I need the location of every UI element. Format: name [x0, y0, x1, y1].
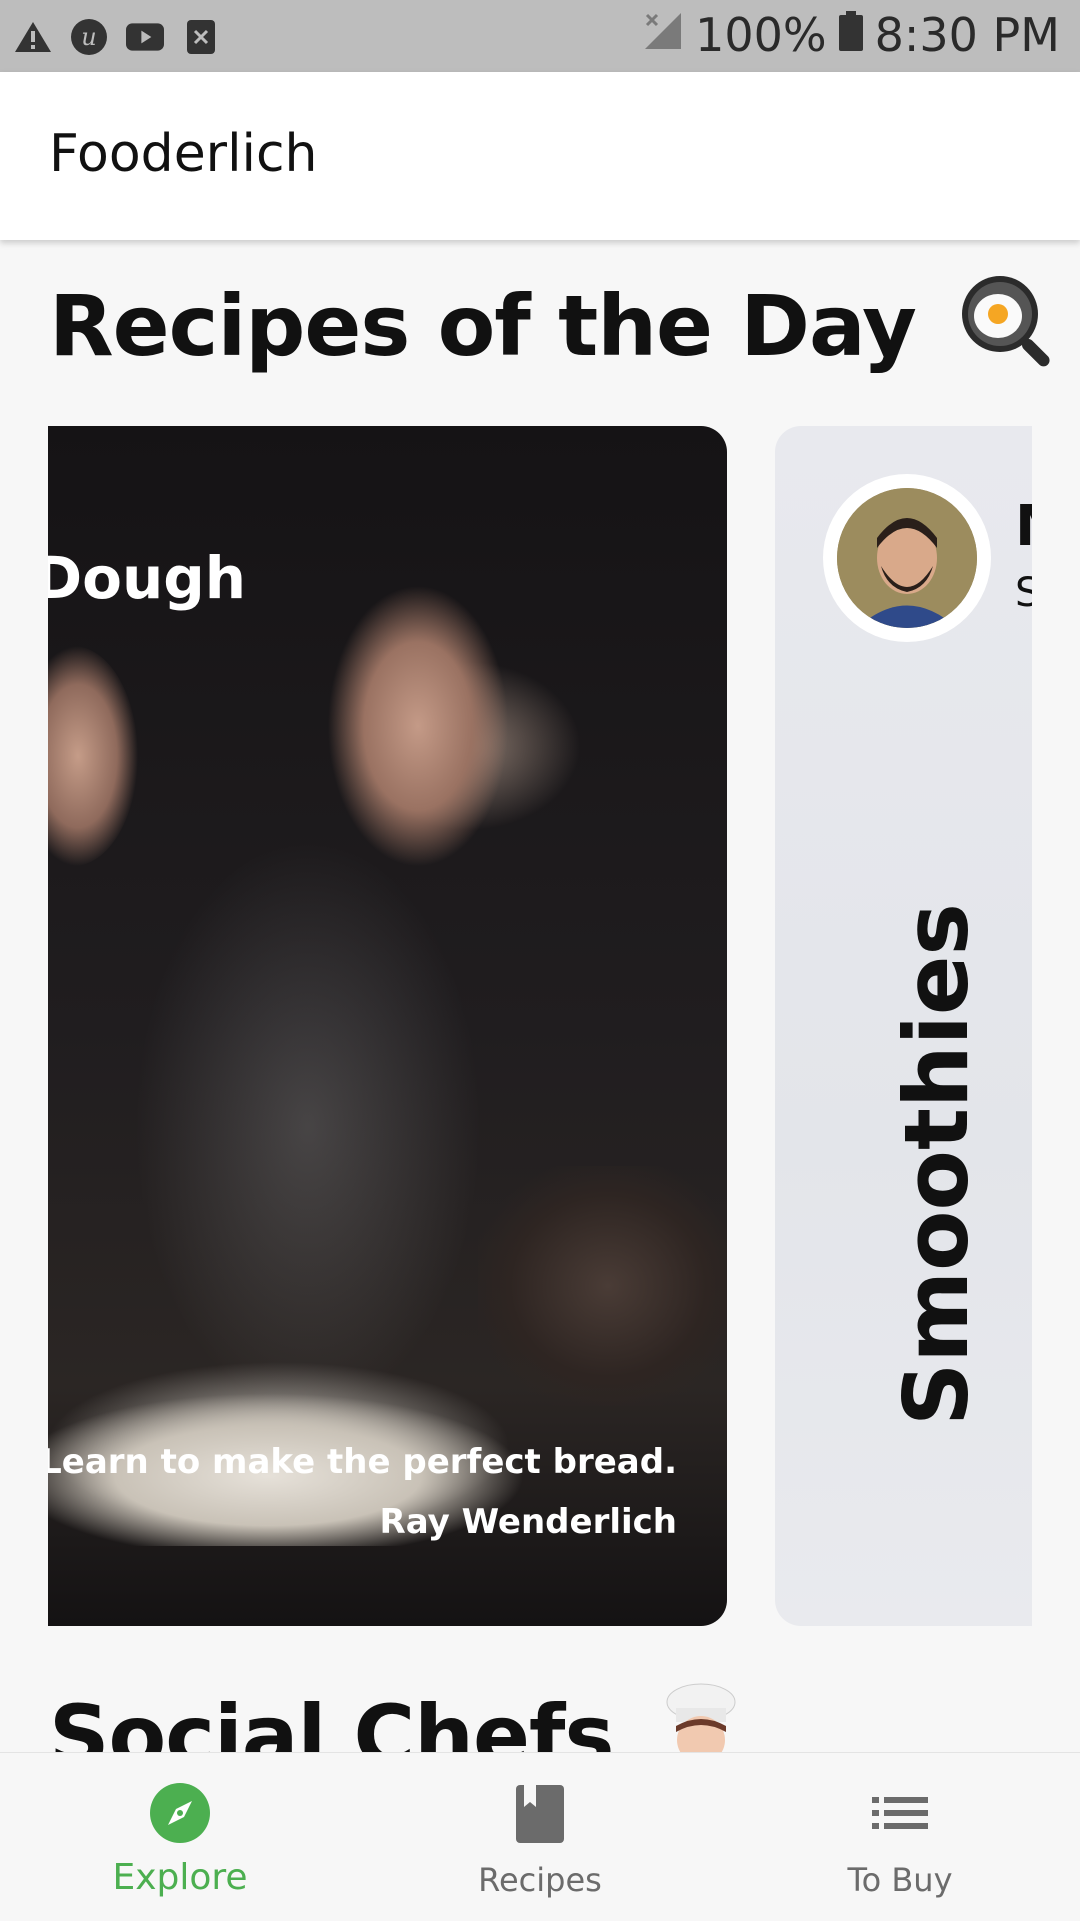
- battery-icon: [838, 8, 863, 62]
- warning-icon: [14, 18, 52, 56]
- flour-bag-image: [478, 1166, 727, 1406]
- recipes-section-title: Recipes of the Day: [49, 272, 1058, 392]
- youtube-icon: [126, 18, 164, 56]
- author-name: M: [1015, 494, 1032, 559]
- book-icon: [510, 1783, 570, 1843]
- author-avatar: [823, 474, 991, 642]
- frying-pan-egg-icon: [958, 272, 1058, 392]
- card-description: Learn to make the perfect bread.: [48, 1442, 677, 1482]
- list-icon: [870, 1783, 930, 1843]
- recipe-card-dough[interactable]: Dough Learn to make the perfect bread. R…: [48, 426, 727, 1626]
- hand-image: [318, 576, 518, 866]
- nav-item-recipes[interactable]: Recipes: [360, 1753, 720, 1921]
- nav-label-recipes: Recipes: [478, 1861, 602, 1899]
- recipes-section-label: Recipes of the Day: [49, 276, 917, 375]
- nav-label-to-buy: To Buy: [847, 1861, 953, 1899]
- app-u-icon: u: [70, 18, 108, 56]
- bottom-navigation: Explore Recipes To Buy: [0, 1752, 1080, 1921]
- compass-icon: [150, 1783, 210, 1843]
- signal-off-icon: [643, 8, 683, 62]
- close-box-icon: [182, 18, 220, 56]
- card-title: Smoothies: [885, 903, 988, 1426]
- svg-text:u: u: [81, 23, 96, 51]
- app-bar: Fooderlich: [0, 72, 1080, 240]
- battery-percent: 100%: [695, 8, 827, 62]
- card-author: Ray Wenderlich: [379, 1502, 677, 1542]
- app-title: Fooderlich: [49, 124, 318, 184]
- author-subtitle: S: [1015, 570, 1032, 616]
- hand-image: [48, 646, 138, 866]
- card-title: Dough: [48, 544, 247, 612]
- nav-item-explore[interactable]: Explore: [0, 1753, 360, 1921]
- recipe-card-smoothies[interactable]: M S Smoothies: [775, 426, 1032, 1626]
- nav-label-explore: Explore: [112, 1857, 248, 1898]
- avatar-image: [837, 488, 977, 628]
- clock: 8:30 PM: [874, 8, 1060, 62]
- nav-item-to-buy[interactable]: To Buy: [720, 1753, 1080, 1921]
- status-bar: u 100% 8:30 PM: [0, 0, 1080, 72]
